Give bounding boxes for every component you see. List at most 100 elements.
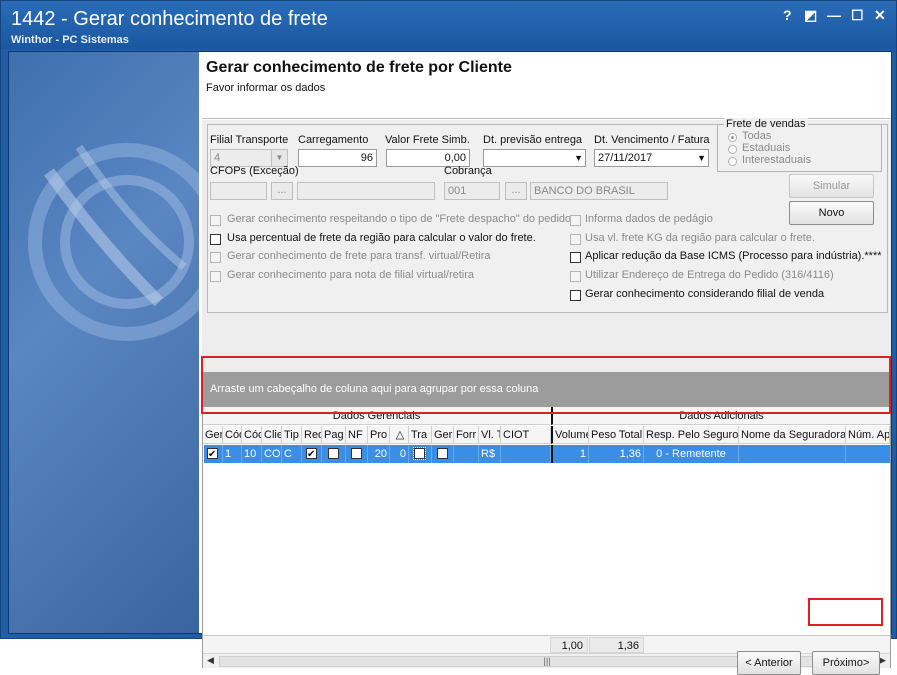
cell-pag[interactable] xyxy=(322,445,346,463)
ger2-checkbox[interactable] xyxy=(437,448,448,459)
cell-cod2: 10 xyxy=(242,445,262,463)
red-checkbox[interactable] xyxy=(306,446,317,463)
opt-percentual-regiao-checkbox[interactable] xyxy=(210,234,221,245)
col-pag[interactable]: Pag xyxy=(322,426,346,444)
opt-endereco-entrega-label: Utilizar Endereço de Entrega do Pedido (… xyxy=(585,269,834,281)
help-icon[interactable]: ? xyxy=(783,7,792,23)
form-body: Filial Transporte 4 ▼ Carregamento 96 Va… xyxy=(202,118,891,675)
cell-ger[interactable] xyxy=(204,445,223,463)
scroll-right-icon[interactable]: ▶ xyxy=(879,655,886,666)
nf-checkbox[interactable] xyxy=(351,448,362,459)
opt-vl-frete-kg-checkbox[interactable] xyxy=(570,234,581,245)
cfops-lookup-button[interactable]: ... xyxy=(271,182,293,200)
col-nome-seguradora[interactable]: Nome da Seguradora xyxy=(739,426,846,444)
col-red[interactable]: Red xyxy=(302,426,322,444)
col-tra[interactable]: Tra xyxy=(409,426,432,444)
form-group: Filial Transporte 4 ▼ Carregamento 96 Va… xyxy=(207,118,888,313)
simular-button[interactable]: Simular xyxy=(789,174,874,198)
cell-tra[interactable] xyxy=(409,445,432,463)
filial-label: Filial Transporte xyxy=(210,134,289,146)
tra-checkbox[interactable] xyxy=(413,447,426,460)
restore-alt-icon[interactable]: ◩ xyxy=(804,7,817,24)
dt-vencimento-label: Dt. Vencimento / Fatura xyxy=(594,134,710,146)
cell-cod1: 1 xyxy=(223,445,242,463)
group-by-panel[interactable]: Arraste um cabeçalho de coluna aqui para… xyxy=(202,372,891,406)
col-volume[interactable]: Volume xyxy=(551,426,589,444)
cobranca-lookup-button[interactable]: ... xyxy=(505,182,527,200)
cobranca-label: Cobrança xyxy=(444,165,492,177)
opt-reducao-icms-label: Aplicar redução da Base ICMS (Processo p… xyxy=(585,250,882,262)
radio-estaduais[interactable] xyxy=(728,145,737,154)
col-nf[interactable]: NF xyxy=(346,426,368,444)
maximize-icon[interactable]: ☐ xyxy=(851,7,864,24)
carregamento-label: Carregamento xyxy=(298,134,369,146)
col-resp-seguro[interactable]: Resp. Pelo Seguro xyxy=(644,426,739,444)
col-forr[interactable]: Forr xyxy=(454,426,479,444)
app-window: 1442 - Gerar conhecimento de frete Winth… xyxy=(0,0,897,675)
opt-filial-venda-checkbox[interactable] xyxy=(570,290,581,301)
cell-red[interactable] xyxy=(302,445,322,463)
col-vlt[interactable]: Vl. T xyxy=(479,426,501,444)
data-grid: Dados Gerenciais Dados Adicionais Ger Có… xyxy=(202,406,891,668)
page-subtitle: Favor informar os dados xyxy=(206,82,326,94)
band-dados-gerenciais[interactable]: Dados Gerenciais xyxy=(203,407,550,425)
close-icon[interactable]: ✕ xyxy=(874,7,886,24)
col-ger[interactable]: Ger xyxy=(203,426,223,444)
col-cod1[interactable]: Cód xyxy=(223,426,242,444)
col-ger2[interactable]: Ger xyxy=(432,426,454,444)
opt-transf-virtual-label: Gerar conhecimento de frete para transf.… xyxy=(227,250,491,262)
col-cli[interactable]: Clie xyxy=(262,426,282,444)
side-banner xyxy=(9,52,226,633)
frete-vendas-legend: Frete de vendas xyxy=(724,118,808,130)
winthor-logo-icon xyxy=(28,143,226,341)
chevron-down-icon[interactable]: ▼ xyxy=(574,150,583,166)
cell-ger2[interactable] xyxy=(432,445,454,463)
dt-previsao-input[interactable]: ▼ xyxy=(483,149,586,167)
cfops-input[interactable] xyxy=(210,182,267,200)
col-peso-total[interactable]: Peso Total xyxy=(589,426,644,444)
col-ciot[interactable]: CIOT xyxy=(501,426,551,444)
col-tip[interactable]: Tip xyxy=(282,426,302,444)
cell-nf[interactable] xyxy=(346,445,368,463)
proximo-button[interactable]: Próximo> xyxy=(812,651,880,675)
opt-pedagio-checkbox[interactable] xyxy=(570,215,581,226)
cell-volume: 1 xyxy=(551,445,589,463)
opt-reducao-icms-checkbox[interactable] xyxy=(570,252,581,263)
table-row[interactable]: 1 10 CO C 20 0 R$ 1 1,36 0 - Reme xyxy=(204,445,890,463)
novo-button[interactable]: Novo xyxy=(789,201,874,225)
sum-volume: 1,00 xyxy=(550,637,588,653)
dt-previsao-label: Dt. previsão entrega xyxy=(483,134,583,146)
radio-interestaduais[interactable] xyxy=(728,157,737,166)
opt-frete-despacho-checkbox[interactable] xyxy=(210,215,221,226)
cfops-description xyxy=(297,182,435,200)
col-cod2[interactable]: Cód xyxy=(242,426,262,444)
dt-vencimento-value: 27/11/2017 xyxy=(598,152,653,164)
pag-checkbox[interactable] xyxy=(328,448,339,459)
ger-checkbox[interactable] xyxy=(207,446,218,463)
cell-nome-seguradora xyxy=(739,445,846,463)
opt-transf-virtual-checkbox[interactable] xyxy=(210,252,221,263)
scroll-left-icon[interactable]: ◀ xyxy=(207,655,214,666)
cell-peso-total: 1,36 xyxy=(589,445,644,463)
opt-pedagio-label: Informa dados de pedágio xyxy=(585,213,713,225)
col-num-ap[interactable]: Núm. Ap xyxy=(846,426,890,444)
title-bar: 1442 - Gerar conhecimento de frete Winth… xyxy=(1,1,896,49)
cell-pro: 20 xyxy=(368,445,390,463)
cell-ciot xyxy=(501,445,551,463)
dt-vencimento-input[interactable]: 27/11/2017 ▼ xyxy=(594,149,709,167)
carregamento-input[interactable]: 96 xyxy=(298,149,377,167)
band-dados-adicionais[interactable]: Dados Adicionais xyxy=(551,407,890,425)
cell-cli: CO xyxy=(262,445,282,463)
frete-vendas-group: Frete de vendas Todas Estaduais Interest… xyxy=(717,118,882,172)
col-sort-icon[interactable]: △ xyxy=(390,426,409,444)
page-title: Gerar conhecimento de frete por Cliente xyxy=(206,59,512,76)
opt-endereco-entrega-checkbox[interactable] xyxy=(570,271,581,282)
opt-filial-virtual-checkbox[interactable] xyxy=(210,271,221,282)
opt-percentual-regiao-label: Usa percentual de frete da região para c… xyxy=(227,232,536,244)
minimize-icon[interactable]: — xyxy=(827,7,841,23)
anterior-button[interactable]: < Anterior xyxy=(737,651,801,675)
cobranca-code-input[interactable]: 001 xyxy=(444,182,500,200)
col-pro[interactable]: Pro xyxy=(368,426,390,444)
chevron-down-icon[interactable]: ▼ xyxy=(697,150,706,166)
radio-todas[interactable] xyxy=(728,133,737,142)
